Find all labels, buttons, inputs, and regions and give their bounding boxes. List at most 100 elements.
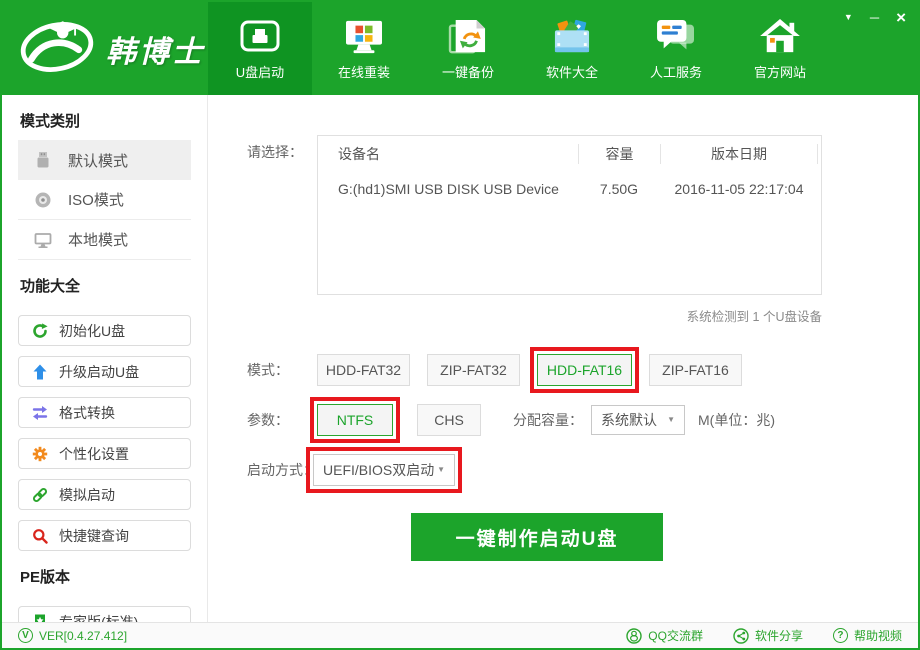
footer-link-label: QQ交流群 (648, 629, 703, 643)
sidebar-item-default-mode[interactable]: 默认模式 (18, 140, 191, 180)
param-label: 参数： (247, 412, 289, 428)
sidebar-item-label: 默认模式 (68, 152, 129, 170)
sidebar-button-label: 升级启动U盘 (59, 363, 140, 380)
version-icon: V (18, 628, 33, 643)
tab-label: 人工服务 (649, 65, 702, 80)
sidebar-button-upgrade-usb[interactable]: 升级启动U盘 (18, 356, 191, 387)
chevron-down-icon: ▼ (667, 415, 675, 424)
mode-section-title: 模式类别 (20, 113, 81, 130)
footer: V VER[0.4.27.412] QQ交流群 软件分享 ? 帮助视频 (2, 622, 918, 648)
column-header-date: 版本日期 (660, 144, 818, 164)
version-text: VER[0.4.27.412] (39, 628, 128, 643)
tab-one-key-backup[interactable]: 一键备份 (416, 2, 520, 95)
brand-logo: 韩博士 (2, 2, 208, 95)
tab-official-website[interactable]: 官方网站 (728, 2, 832, 95)
mode-row: 模式： HDD-FAT32 ZIP-FAT32 HDD-FAT16 ZIP-FA… (209, 347, 918, 393)
tab-label: 软件大全 (545, 65, 598, 80)
share-icon (733, 627, 749, 644)
software-box-icon (549, 13, 595, 55)
monitor-icon (34, 231, 52, 249)
share-link[interactable]: 软件分享 (733, 627, 803, 644)
tab-software-collection[interactable]: 软件大全 (520, 2, 624, 95)
help-video-link[interactable]: ? 帮助视频 (832, 627, 902, 644)
window-controls: ▼ ─ × (844, 9, 906, 26)
help-icon: ? (832, 628, 848, 643)
close-icon[interactable]: × (896, 9, 906, 26)
usb-drive-icon (237, 13, 283, 55)
param-row: 参数： NTFS CHS 分配容量： 系统默认 ▼ M(单位：兆) (209, 397, 918, 443)
nav-tabs: U盘启动 在线重装 一键备份 软件大全 人工服务 官方网站 (208, 2, 832, 95)
monitor-windows-icon (341, 13, 387, 55)
backup-refresh-icon (445, 13, 491, 55)
device-table-header: 设备名 容量 版本日期 (318, 136, 821, 172)
sidebar-button-label: 格式转换 (59, 404, 115, 421)
magnifier-icon (32, 528, 48, 544)
boot-row: 启动方式： UEFI/BIOS双启动 ▼ (209, 447, 918, 493)
sidebar-button-init-usb[interactable]: 初始化U盘 (18, 315, 191, 346)
footer-link-label: 帮助视频 (853, 629, 902, 643)
mode-option-zip-fat32[interactable]: ZIP-FAT32 (427, 354, 520, 386)
make-boot-usb-button[interactable]: 一键制作启动U盘 (411, 513, 663, 561)
sidebar-item-local-mode[interactable]: 本地模式 (18, 220, 191, 260)
param-option-ntfs[interactable]: NTFS (310, 397, 400, 443)
pe-section-title: PE版本 (20, 569, 71, 586)
arrow-up-icon (32, 364, 48, 380)
capacity-unit-label: M(单位：兆) (698, 412, 775, 428)
device-name-cell: G:(hd1)SMI USB DISK USB Device (338, 181, 559, 197)
gear-icon (32, 446, 48, 462)
capacity-label: 分配容量： (513, 412, 583, 428)
version-info: V VER[0.4.27.412] (18, 628, 127, 643)
device-table-row[interactable]: G:(hd1)SMI USB DISK USB Device 7.50G 201… (318, 172, 821, 206)
tab-human-service[interactable]: 人工服务 (624, 2, 728, 95)
usb-stick-icon (34, 151, 52, 169)
mode-option-zip-fat16[interactable]: ZIP-FAT16 (649, 354, 742, 386)
sidebar-button-label: 个性化设置 (59, 445, 129, 462)
minimize-icon[interactable]: ─ (870, 11, 879, 24)
sidebar-item-label: ISO模式 (68, 192, 124, 209)
column-header-device: 设备名 (338, 146, 380, 162)
device-table: 设备名 容量 版本日期 G:(hd1)SMI USB DISK USB Devi… (317, 135, 822, 295)
sidebar-button-hotkey-lookup[interactable]: 快捷键查询 (18, 520, 191, 551)
footer-links: QQ交流群 软件分享 ? 帮助视频 (626, 627, 902, 644)
sidebar-button-label: 初始化U盘 (59, 322, 126, 339)
sidebar-item-label: 本地模式 (68, 232, 129, 249)
tab-label: 官方网站 (753, 65, 806, 80)
sidebar-button-label: 快捷键查询 (59, 527, 129, 544)
header: 韩博士 U盘启动 在线重装 一键备份 软件大全 人工服务 官方网站 ▼ ─ × (2, 2, 918, 95)
mode-option-hdd-fat32[interactable]: HDD-FAT32 (317, 354, 410, 386)
select-device-label: 请选择： (247, 144, 303, 160)
sidebar: 模式类别 默认模式 ISO模式 本地模式 功能大全 初始化U盘 升级启动U盘 格… (2, 95, 208, 637)
refresh-icon (32, 322, 48, 339)
tab-online-reinstall[interactable]: 在线重装 (312, 2, 416, 95)
sidebar-button-format-convert[interactable]: 格式转换 (18, 397, 191, 428)
tab-label: 一键备份 (441, 65, 494, 80)
sidebar-item-iso-mode[interactable]: ISO模式 (18, 180, 191, 220)
boot-mode-dropdown-value: UEFI/BIOS双启动 (323, 462, 435, 478)
sidebar-button-label: 模拟启动 (59, 486, 115, 503)
detect-status-note: 系统检测到 1 个U盘设备 (686, 310, 822, 324)
param-option-chs[interactable]: CHS (417, 404, 481, 436)
mode-label: 模式： (247, 362, 289, 378)
menu-caret-icon[interactable]: ▼ (844, 13, 853, 22)
sidebar-button-simulate-boot[interactable]: 模拟启动 (18, 479, 191, 510)
chain-link-icon (32, 487, 48, 503)
footer-link-label: 软件分享 (754, 629, 803, 643)
chevron-down-icon: ▼ (437, 465, 445, 474)
boot-mode-label: 启动方式： (247, 462, 317, 478)
tab-usb-boot[interactable]: U盘启动 (208, 2, 312, 95)
brand-name: 韩博士 (106, 35, 205, 69)
column-header-capacity: 容量 (578, 144, 660, 164)
capacity-dropdown[interactable]: 系统默认 ▼ (591, 405, 685, 435)
boot-mode-dropdown[interactable]: UEFI/BIOS双启动 ▼ (306, 447, 462, 493)
tab-label: U盘启动 (235, 65, 285, 80)
mode-option-hdd-fat16[interactable]: HDD-FAT16 (530, 347, 639, 393)
device-capacity-cell: 7.50G (599, 181, 639, 197)
tab-label: 在线重装 (337, 65, 390, 80)
swap-arrows-icon (32, 405, 48, 421)
chat-service-icon (653, 13, 699, 55)
tools-section-title: 功能大全 (20, 278, 81, 295)
qq-group-link[interactable]: QQ交流群 (626, 627, 703, 644)
qq-penguin-icon (626, 627, 642, 644)
sidebar-button-personalize[interactable]: 个性化设置 (18, 438, 191, 469)
mode-list: 默认模式 ISO模式 本地模式 (18, 140, 191, 260)
